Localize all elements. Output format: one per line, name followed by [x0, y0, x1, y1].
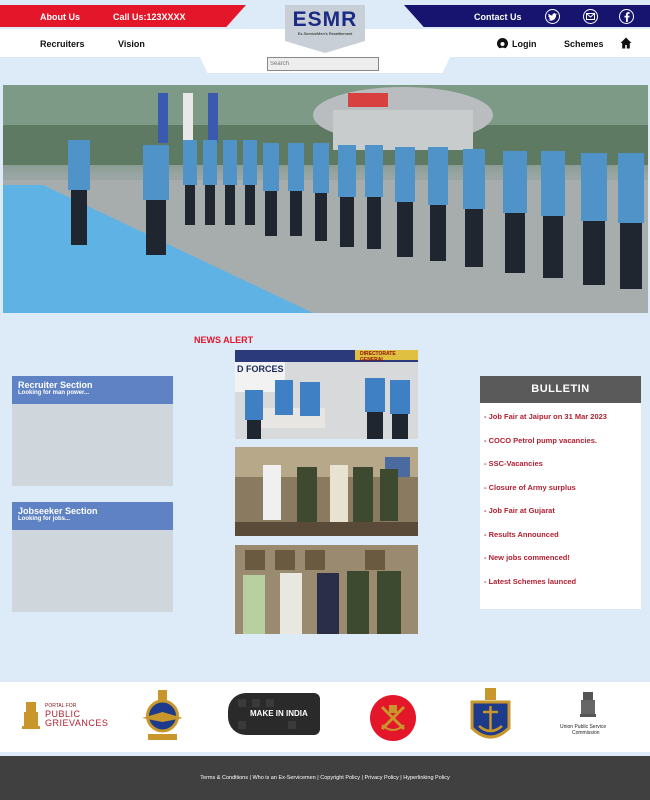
twitter-icon[interactable]	[545, 9, 560, 24]
facebook-icon[interactable]	[619, 9, 634, 24]
nav-login[interactable]: Login	[512, 39, 537, 49]
search-input[interactable]	[267, 57, 379, 71]
nav-vision[interactable]: Vision	[118, 39, 145, 49]
footer-link-privacy[interactable]: Privacy Policy	[365, 775, 399, 781]
bulletin-item[interactable]: - Results Announced	[484, 530, 559, 539]
news-photo-2[interactable]	[235, 447, 418, 536]
email-icon[interactable]	[583, 9, 598, 24]
footer-link-terms[interactable]: Terms & Conditions	[200, 775, 248, 781]
army-emblem-icon[interactable]	[370, 695, 416, 746]
footer-links: Terms & Conditions | Who is an Ex-Servic…	[200, 775, 450, 781]
photo-1-banner-text: DIRECTORATE GENERAL	[360, 351, 396, 363]
upsc-emblem-icon[interactable]	[580, 692, 596, 723]
photo-1-board-text: D FORCES	[237, 364, 284, 374]
bulletin-title: BULLETIN	[480, 376, 641, 403]
jobseeker-section-title: Jobseeker Section	[18, 506, 98, 516]
bulletin-panel	[480, 376, 641, 609]
recruiter-section-body	[12, 404, 173, 486]
air-force-emblem-icon[interactable]	[140, 690, 185, 747]
top-bar-right	[404, 5, 650, 27]
bulletin-item[interactable]: - Job Fair at Jaipur on 31 Mar 2023	[484, 412, 607, 421]
nav-recruiters[interactable]: Recruiters	[40, 39, 85, 49]
nav-schemes[interactable]: Schemes	[564, 39, 604, 49]
bulletin-item[interactable]: - Job Fair at Gujarat	[484, 506, 555, 515]
jobseeker-section-subtitle: Looking for jobs...	[18, 516, 70, 522]
call-us-text: Call Us:123XXXX	[113, 12, 186, 22]
about-us-link[interactable]: About Us	[40, 12, 80, 22]
logo-title: ESMR	[292, 8, 358, 31]
bulletin-item[interactable]: - SSC-Vacancies	[484, 459, 543, 468]
jobseeker-section-header[interactable]: Jobseeker Section Looking for jobs...	[12, 502, 173, 530]
logo-subtitle: Ex-ServiceMen's Resettlement	[297, 31, 353, 36]
public-grievances-logo[interactable]	[22, 700, 40, 735]
bulletin-item[interactable]: - COCO Petrol pump vacancies.	[484, 436, 597, 445]
news-photo-1[interactable]: DIRECTORATE GENERAL D FORCES	[235, 350, 418, 439]
contact-us-link[interactable]: Contact Us	[474, 12, 522, 22]
user-icon[interactable]	[497, 38, 508, 50]
news-alert-title: NEWS ALERT	[194, 335, 254, 345]
make-in-india-text: MAKE IN INDIA	[250, 709, 308, 718]
home-icon[interactable]	[620, 36, 632, 54]
footer-link-copyright[interactable]: Copyright Policy	[320, 775, 360, 781]
bulletin-item[interactable]: - Latest Schemes launced	[484, 577, 576, 586]
jobseeker-section-body	[12, 530, 173, 612]
navy-emblem-icon[interactable]	[469, 688, 512, 751]
recruiter-section-title: Recruiter Section	[18, 380, 93, 390]
bulletin-item[interactable]: - Closure of Army surplus	[484, 483, 576, 492]
bulletin-item[interactable]: - New jobs commenced!	[484, 553, 570, 562]
footer-link-hyperlinking[interactable]: Hyperlinking Policy	[403, 775, 449, 781]
partner-logos-strip	[0, 682, 650, 752]
news-photo-3[interactable]	[235, 545, 418, 634]
recruiter-section-subtitle: Looking for man power...	[18, 390, 90, 396]
recruiter-section-header[interactable]: Recruiter Section Looking for man power.…	[12, 376, 173, 404]
pg-line3: GRIEVANCES	[45, 718, 109, 728]
footer-link-who[interactable]: Who is an Ex-Servicemen	[252, 775, 315, 781]
hero-image	[3, 85, 648, 313]
make-in-india-logo[interactable]: MAKE IN INDIA	[228, 693, 320, 735]
upsc-line2: Commission	[572, 730, 600, 736]
